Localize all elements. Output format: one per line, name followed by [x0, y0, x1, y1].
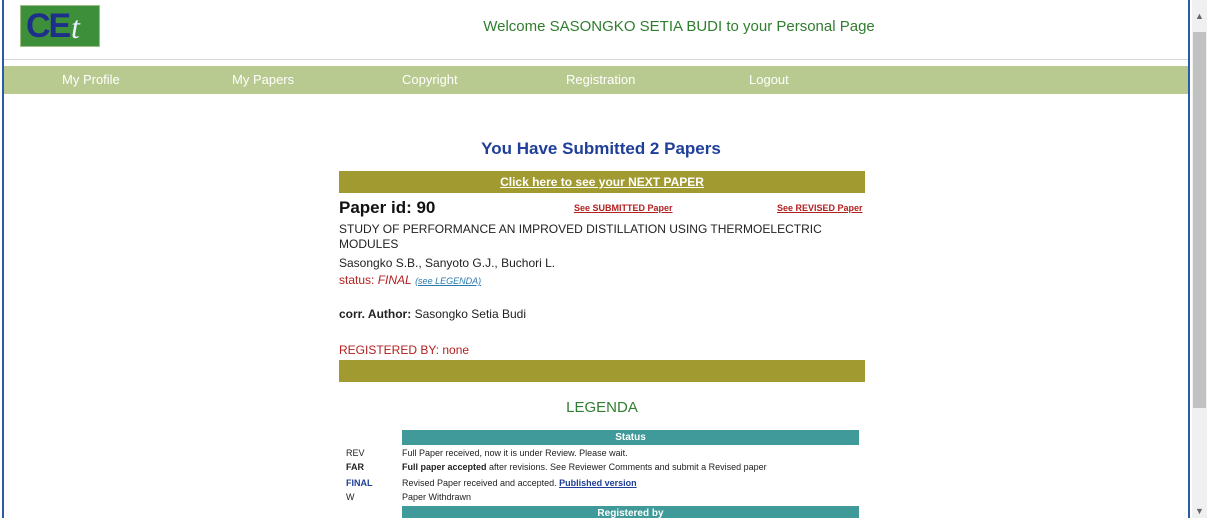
legenda-title: LEGENDA	[566, 399, 638, 416]
nav-my-papers[interactable]: My Papers	[232, 72, 294, 87]
main-nav: My Profile My Papers Copyright Registrat…	[4, 66, 1188, 94]
nav-my-profile[interactable]: My Profile	[62, 72, 120, 87]
paper-id: Paper id: 90	[339, 198, 436, 217]
corr-author-label: corr. Author:	[339, 307, 412, 321]
registered-table-header: Registered by	[402, 506, 859, 518]
corr-author-name: Sasongko Setia Budi	[414, 307, 526, 321]
legend-code: W	[346, 492, 355, 502]
welcome-message: Welcome SASONGKO SETIA BUDI to your Pers…	[483, 18, 875, 35]
next-paper-link[interactable]: Click here to see your NEXT PAPER	[500, 175, 704, 189]
paper-status: status: FINAL (see LEGENDA)	[339, 273, 481, 287]
next-paper-bar: Click here to see your NEXT PAPER	[339, 171, 865, 193]
legend-code: FAR	[346, 462, 364, 472]
legend-row-w: W Paper Withdrawn	[346, 490, 866, 504]
browser-viewport: CE t Welcome SASONGKO SETIA BUDI to your…	[2, 0, 1190, 518]
see-submitted-paper-link[interactable]: See SUBMITTED Paper	[574, 203, 673, 213]
legend-desc: Full paper accepted after revisions. See…	[402, 460, 862, 474]
paper-footer-bar	[339, 360, 865, 382]
legend-desc: Paper Withdrawn	[402, 492, 472, 502]
legend-desc: Revised Paper received and accepted. Pub…	[402, 476, 862, 490]
nav-registration[interactable]: Registration	[566, 72, 635, 87]
status-label: status:	[339, 273, 375, 287]
corresponding-author: corr. Author: Sasongko Setia Budi	[339, 307, 526, 321]
nav-logout[interactable]: Logout	[749, 72, 789, 87]
legend-desc-rest: after revisions. See Reviewer Comments a…	[486, 462, 767, 472]
legend-code: FINAL	[346, 478, 373, 488]
page-header: CE t Welcome SASONGKO SETIA BUDI to your…	[4, 0, 1188, 60]
see-legenda-link[interactable]: (see LEGENDA)	[415, 276, 481, 286]
legend-row-rev: REV Full Paper received, now it is under…	[346, 446, 866, 460]
vertical-scrollbar[interactable]: ▲ ▼	[1192, 0, 1207, 518]
scroll-down-arrow-icon[interactable]: ▼	[1192, 504, 1207, 518]
legend-desc-bold: Full paper accepted	[402, 462, 487, 472]
legend-code: REV	[346, 448, 365, 458]
paper-title: STUDY OF PERFORMANCE AN IMPROVED DISTILL…	[339, 222, 822, 251]
status-table-header: Status	[402, 430, 859, 445]
legend-row-final: FINAL Revised Paper received and accepte…	[346, 476, 866, 490]
paper-authors: Sasongko S.B., Sanyoto G.J., Buchori L.	[339, 256, 556, 270]
scroll-up-arrow-icon[interactable]: ▲	[1192, 0, 1207, 32]
legend-desc: Full Paper received, now it is under Rev…	[402, 448, 628, 458]
page-title: You Have Submitted 2 Papers	[481, 139, 721, 158]
legend-row-far: FAR Full paper accepted after revisions.…	[346, 460, 866, 474]
registered-by: REGISTERED BY: none	[339, 343, 470, 357]
status-value: FINAL	[377, 273, 412, 287]
see-revised-paper-link[interactable]: See REVISED Paper	[777, 203, 863, 213]
published-version-link[interactable]: Published version	[559, 478, 637, 488]
scrollbar-thumb[interactable]	[1193, 32, 1206, 408]
nav-copyright[interactable]: Copyright	[402, 72, 458, 87]
legend-desc-text: Revised Paper received and accepted.	[402, 478, 560, 488]
